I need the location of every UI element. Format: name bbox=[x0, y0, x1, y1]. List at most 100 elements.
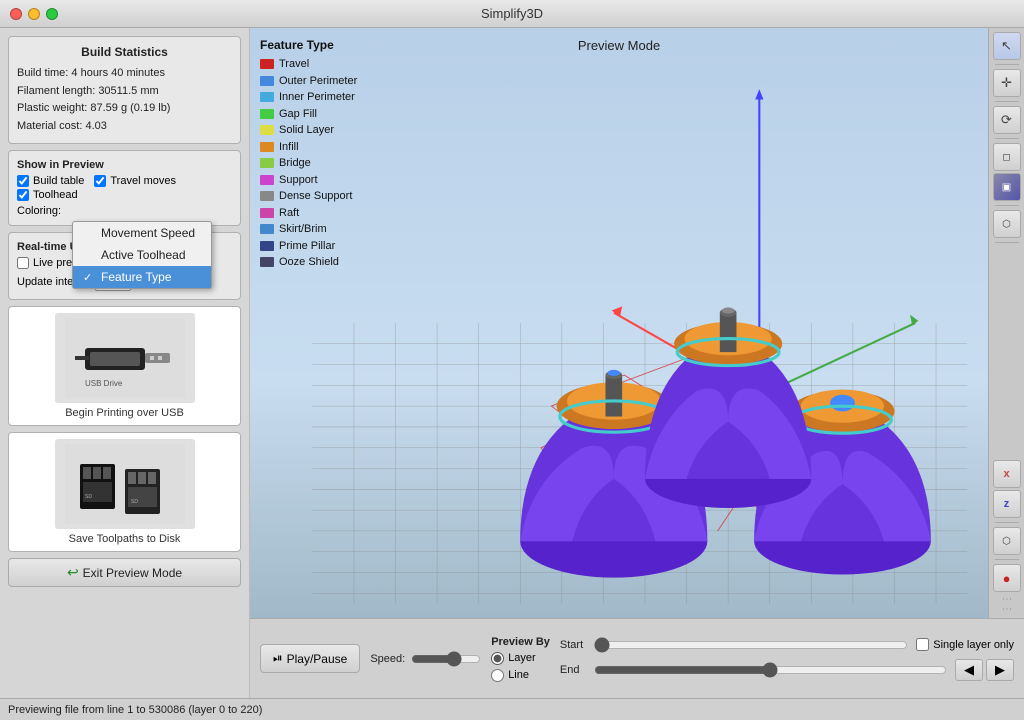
toolbar-separator-1 bbox=[995, 64, 1019, 65]
info-button[interactable]: ● bbox=[993, 564, 1021, 592]
end-slider[interactable] bbox=[594, 662, 947, 678]
legend-support: Support bbox=[260, 172, 357, 189]
status-text: Previewing file from line 1 to 530086 (l… bbox=[8, 704, 262, 716]
support-swatch bbox=[260, 175, 274, 185]
next-button[interactable]: ▶ bbox=[986, 659, 1014, 681]
fit-view-button[interactable]: ◻ bbox=[993, 143, 1021, 171]
legend-ooze-shield: Ooze Shield bbox=[260, 254, 357, 271]
toolbar-separator-3 bbox=[995, 138, 1019, 139]
coloring-dropdown[interactable]: Movement Speed Active Toolhead ✓ Feature… bbox=[72, 221, 212, 289]
svg-text:SD: SD bbox=[85, 494, 92, 500]
raft-swatch bbox=[260, 208, 274, 218]
main-area: Build Statistics Build time: 4 hours 40 … bbox=[0, 28, 1024, 698]
app-title: Simplify3D bbox=[481, 6, 543, 21]
axis-z-button[interactable]: z bbox=[993, 490, 1021, 518]
travel-moves-label: Travel moves bbox=[110, 175, 176, 187]
end-slider-row: End bbox=[560, 662, 947, 678]
legend-infill: Infill bbox=[260, 139, 357, 156]
toolbar-separator-7 bbox=[995, 559, 1019, 560]
legend-bridge: Bridge bbox=[260, 155, 357, 172]
legend-solid-layer: Solid Layer bbox=[260, 122, 357, 139]
movement-speed-option[interactable]: Movement Speed bbox=[73, 222, 211, 244]
travel-label: Travel bbox=[279, 56, 309, 73]
gap-fill-label: Gap Fill bbox=[279, 106, 317, 123]
skirt-brim-label: Skirt/Brim bbox=[279, 221, 327, 238]
start-slider-row: Start bbox=[560, 637, 908, 653]
select-tool-button[interactable]: ↖ bbox=[993, 32, 1021, 60]
legend-inner-perimeter: Inner Perimeter bbox=[260, 89, 357, 106]
legend-prime-pillar: Prime Pillar bbox=[260, 238, 357, 255]
single-layer-checkbox[interactable] bbox=[916, 638, 929, 651]
wireframe-button[interactable]: ⬡ bbox=[993, 210, 1021, 238]
usb-thumbnail: USB Drive bbox=[55, 313, 195, 403]
maximize-button[interactable] bbox=[46, 8, 58, 20]
plastic-weight: Plastic weight: 87.59 g (0.19 lb) bbox=[17, 100, 232, 118]
move-tool-button[interactable]: ✛ bbox=[993, 69, 1021, 97]
coloring-row: Coloring: Movement Speed Active Toolhead… bbox=[17, 205, 232, 217]
left-panel: Build Statistics Build time: 4 hours 40 … bbox=[0, 28, 250, 698]
build-time: Build time: 4 hours 40 minutes bbox=[17, 65, 232, 83]
3d-scene-svg bbox=[250, 28, 988, 618]
infill-swatch bbox=[260, 142, 274, 152]
single-layer-row: Single layer only bbox=[916, 638, 1014, 651]
exit-preview-button[interactable]: ↩ Exit Preview Mode bbox=[8, 558, 241, 587]
material-cost: Material cost: 4.03 bbox=[17, 118, 232, 136]
line-radio-label: Line bbox=[508, 669, 529, 681]
toolhead-label: Toolhead bbox=[33, 189, 78, 201]
build-statistics-section: Build Statistics Build time: 4 hours 40 … bbox=[8, 36, 241, 144]
build-statistics-title: Build Statistics bbox=[17, 45, 232, 59]
start-end-section: Start Single layer only End ◀ bbox=[560, 637, 1014, 681]
feature-type-check: ✓ bbox=[83, 271, 95, 284]
title-bar: Simplify3D bbox=[0, 0, 1024, 28]
prev-button[interactable]: ◀ bbox=[955, 659, 983, 681]
close-button[interactable] bbox=[10, 8, 22, 20]
legend-travel: Travel bbox=[260, 56, 357, 73]
viewport-3d[interactable]: Feature Type Travel Outer Perimeter Inne… bbox=[250, 28, 988, 618]
start-slider[interactable] bbox=[594, 637, 908, 653]
preview-by-section: Preview By Layer Line bbox=[491, 636, 550, 682]
sd-card[interactable]: SD SD Save Toolpaths to Disk bbox=[8, 432, 241, 552]
infill-label: Infill bbox=[279, 139, 299, 156]
ooze-shield-label: Ooze Shield bbox=[279, 254, 339, 271]
play-icon: ⏯ bbox=[273, 651, 283, 666]
usb-card[interactable]: USB Drive Begin Printing over USB bbox=[8, 306, 241, 426]
feature-type-label: Feature Type bbox=[101, 270, 172, 284]
speed-slider[interactable] bbox=[411, 651, 481, 667]
inner-perimeter-label: Inner Perimeter bbox=[279, 89, 355, 106]
support-label: Support bbox=[279, 172, 318, 189]
build-table-checkbox[interactable] bbox=[17, 175, 29, 187]
prime-pillar-swatch bbox=[260, 241, 274, 251]
speed-row: Speed: bbox=[370, 651, 481, 667]
legend-raft: Raft bbox=[260, 205, 357, 222]
solid-view-button[interactable]: ▣ bbox=[993, 173, 1021, 201]
legend-title: Feature Type bbox=[260, 38, 357, 52]
live-preview-checkbox[interactable] bbox=[17, 257, 29, 269]
feature-type-option[interactable]: ✓ Feature Type bbox=[73, 266, 211, 288]
sd-thumbnail: SD SD bbox=[55, 439, 195, 529]
layer-radio-label: Layer bbox=[508, 652, 536, 664]
zoom-tool-button[interactable]: ⟳ bbox=[993, 106, 1021, 134]
legend-skirt-brim: Skirt/Brim bbox=[260, 221, 357, 238]
show-in-preview-section: Show in Preview Build table Travel moves… bbox=[8, 150, 241, 226]
line-radio[interactable] bbox=[491, 669, 504, 682]
play-pause-button[interactable]: ⏯ Play/Pause bbox=[260, 644, 360, 673]
coloring-label: Coloring: bbox=[17, 205, 61, 217]
skirt-brim-swatch bbox=[260, 224, 274, 234]
toolbar-separator-5 bbox=[995, 242, 1019, 243]
minimize-button[interactable] bbox=[28, 8, 40, 20]
toolhead-checkbox[interactable] bbox=[17, 189, 29, 201]
usb-label: Begin Printing over USB bbox=[65, 407, 184, 419]
iso-view-button[interactable]: ⬡ bbox=[993, 527, 1021, 555]
show-in-preview-label: Show in Preview bbox=[17, 159, 232, 171]
active-toolhead-option[interactable]: Active Toolhead bbox=[73, 244, 211, 266]
travel-moves-checkbox[interactable] bbox=[94, 175, 106, 187]
layer-radio[interactable] bbox=[491, 652, 504, 665]
status-bar: Previewing file from line 1 to 530086 (l… bbox=[0, 698, 1024, 720]
raft-label: Raft bbox=[279, 205, 299, 222]
active-toolhead-label: Active Toolhead bbox=[101, 248, 186, 262]
window-controls[interactable] bbox=[10, 8, 58, 20]
ooze-shield-swatch bbox=[260, 257, 274, 267]
filament-length: Filament length: 30511.5 mm bbox=[17, 83, 232, 101]
svg-text:USB Drive: USB Drive bbox=[85, 379, 123, 388]
axis-x-button[interactable]: x bbox=[993, 460, 1021, 488]
